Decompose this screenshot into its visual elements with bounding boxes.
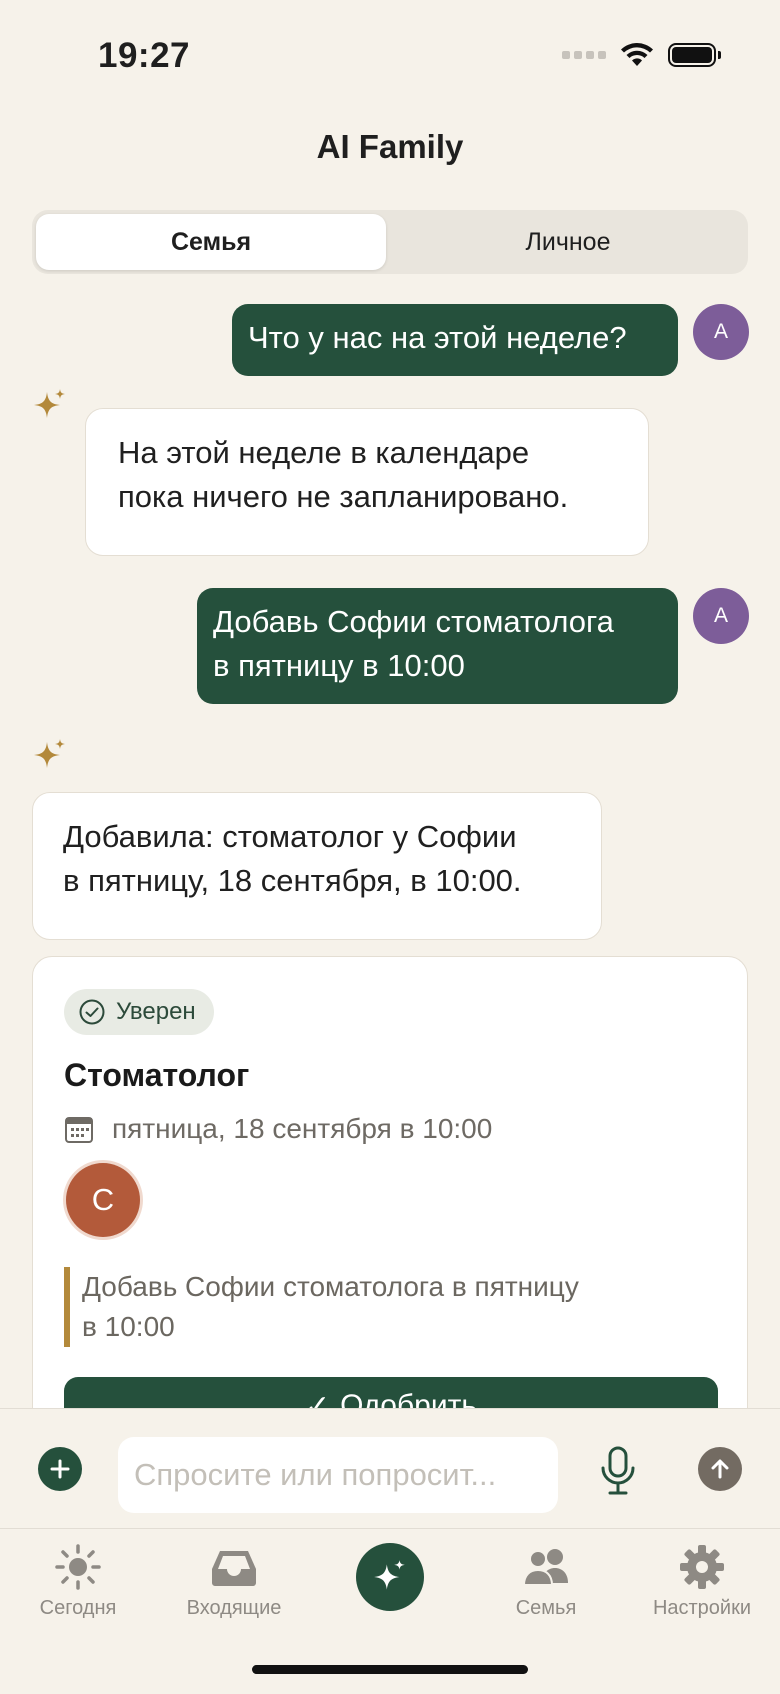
ai-sparkle-icon xyxy=(34,739,65,768)
user-message-bubble: Что у нас на этой неделе? xyxy=(232,304,678,376)
tab-label: Семья xyxy=(515,1597,577,1619)
tab-inbox[interactable]: Входящие xyxy=(156,1543,312,1620)
tab-label: Сегодня xyxy=(39,1597,117,1619)
scope-segmented-control: Семья Личное xyxy=(32,210,748,274)
message-input[interactable] xyxy=(118,1437,558,1513)
segment-family[interactable]: Семья xyxy=(36,214,386,270)
avatar: A xyxy=(693,304,749,360)
tab-label: Входящие xyxy=(186,1597,282,1619)
check-circle-icon xyxy=(79,999,105,1025)
original-request-quote: Добавь Софии стоматолога в пятницу в 10:… xyxy=(64,1267,672,1347)
page-title: AI Family xyxy=(316,128,464,165)
status-icons xyxy=(562,42,721,68)
tab-settings[interactable]: Настройки xyxy=(624,1543,780,1620)
quote-line: в 10:00 xyxy=(82,1311,175,1342)
ai-message-line: Добавила: стоматолог у Софии xyxy=(63,819,517,854)
ai-sparkle-icon xyxy=(374,1560,405,1590)
chat-thread[interactable]: Что у нас на этой неделе? A На этой неде… xyxy=(0,290,780,1408)
tab-family[interactable]: Семья xyxy=(468,1543,624,1620)
event-title: Стоматолог xyxy=(64,1057,250,1093)
confidence-badge: Уверен xyxy=(64,989,214,1035)
event-date: пятница, 18 сентября в 10:00 xyxy=(112,1113,493,1144)
member-avatar[interactable]: С xyxy=(66,1163,140,1237)
ai-message-line: пока ничего не запланировано. xyxy=(118,479,569,514)
plus-icon xyxy=(50,1459,70,1479)
confidence-label: Уверен xyxy=(116,998,196,1025)
user-message-text: Что у нас на этой неделе? xyxy=(248,320,627,355)
quote-line: Добавь Софии стоматолога в пятницу xyxy=(82,1271,579,1302)
tab-ai-assistant[interactable] xyxy=(356,1543,424,1611)
send-button[interactable] xyxy=(698,1447,742,1491)
attach-plus-button[interactable] xyxy=(38,1447,82,1491)
status-bar: 19:27 xyxy=(0,0,780,110)
user-message-line: Добавь Софии стоматолога xyxy=(213,604,614,639)
approve-label: Одобрить xyxy=(340,1389,477,1408)
event-proposal-card: Уверен Стоматолог пятница, 18 сентября в… xyxy=(32,956,748,1408)
inbox-tray-icon xyxy=(212,1551,256,1586)
wifi-icon xyxy=(621,43,653,66)
tab-label: Настройки xyxy=(652,1597,752,1619)
tab-today[interactable]: Сегодня xyxy=(0,1543,156,1620)
battery-icon xyxy=(668,43,721,67)
ai-message-line: в пятницу, 18 сентября, в 10:00. xyxy=(63,863,522,898)
people-icon xyxy=(522,1549,568,1586)
ai-sparkle-icon xyxy=(34,389,65,418)
microphone-icon[interactable] xyxy=(596,1445,640,1497)
approve-button[interactable]: ✓ Одобрить xyxy=(64,1377,718,1408)
sun-icon xyxy=(55,1544,101,1590)
home-indicator xyxy=(252,1665,528,1674)
user-message-line: в пятницу в 10:00 xyxy=(213,648,465,683)
checkmark-icon: ✓ xyxy=(304,1390,331,1408)
event-date-row: пятница, 18 сентября в 10:00 xyxy=(64,1113,492,1145)
ai-message-line: На этой неделе в календаре xyxy=(118,435,530,470)
ai-message-bubble: На этой неделе в календаре пока ничего н… xyxy=(85,408,649,556)
user-message-bubble: Добавь Софии стоматолога в пятницу в 10:… xyxy=(197,588,678,704)
ai-message-bubble: Добавила: стоматолог у Софии в пятницу, … xyxy=(32,792,602,940)
message-composer xyxy=(0,1408,780,1529)
avatar: A xyxy=(693,588,749,644)
calendar-icon xyxy=(65,1117,93,1143)
gear-icon xyxy=(680,1545,724,1589)
arrow-up-icon xyxy=(711,1459,729,1479)
status-time: 19:27 xyxy=(98,36,191,75)
segment-personal[interactable]: Личное xyxy=(392,214,744,270)
cellular-signal-icon xyxy=(562,51,606,59)
